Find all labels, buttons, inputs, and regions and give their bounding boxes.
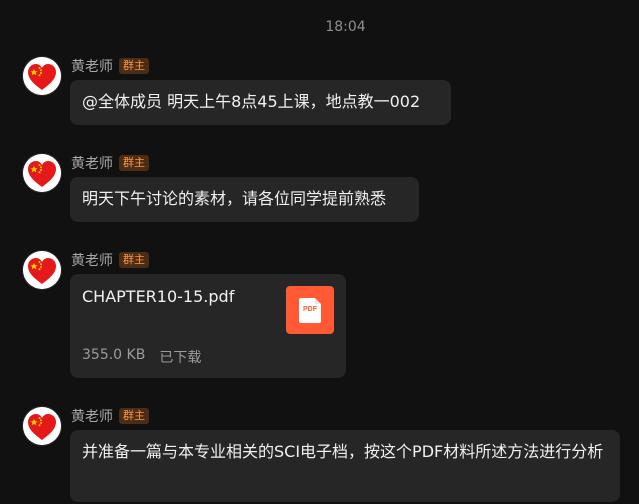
sender-name: 黄老师 (71, 59, 113, 75)
avatar[interactable] (23, 57, 61, 95)
avatar[interactable] (23, 154, 61, 192)
sender-name: 黄老师 (71, 409, 113, 425)
download-status: 已下载 (159, 350, 202, 366)
message-bubble[interactable]: 并准备一篇与本专业相关的SCI电子档，按这个PDF材料所述方法进行分析 (70, 430, 620, 502)
file-type-label: PDF (303, 305, 317, 313)
sender-name: 黄老师 (71, 253, 113, 269)
group-owner-badge: 群主 (119, 58, 149, 74)
group-owner-badge: 群主 (119, 408, 149, 424)
file-name: CHAPTER10-15.pdf (82, 287, 235, 306)
sender-meta: 黄老师 群主 (71, 251, 149, 269)
message-bubble[interactable]: @全体成员 明天上午8点45上课，地点教一002 (70, 80, 451, 125)
group-owner-badge: 群主 (119, 252, 149, 268)
avatar[interactable] (23, 407, 61, 445)
sender-meta: 黄老师 群主 (71, 154, 149, 172)
pdf-file-icon: PDF (286, 286, 334, 334)
document-icon: PDF (299, 297, 321, 323)
message-timestamp: 18:04 (325, 19, 366, 35)
sender-name: 黄老师 (71, 156, 113, 172)
file-meta: 355.0 KB 已下载 (82, 347, 201, 367)
file-size: 355.0 KB (82, 347, 146, 363)
sender-meta: 黄老师 群主 (71, 57, 149, 75)
pdf-file-message[interactable]: CHAPTER10-15.pdf PDF 355.0 KB 已下载 (70, 274, 346, 378)
sender-meta: 黄老师 群主 (71, 407, 149, 425)
group-owner-badge: 群主 (119, 155, 149, 171)
message-bubble[interactable]: 明天下午讨论的素材，请各位同学提前熟悉 (70, 177, 419, 222)
avatar[interactable] (23, 251, 61, 289)
